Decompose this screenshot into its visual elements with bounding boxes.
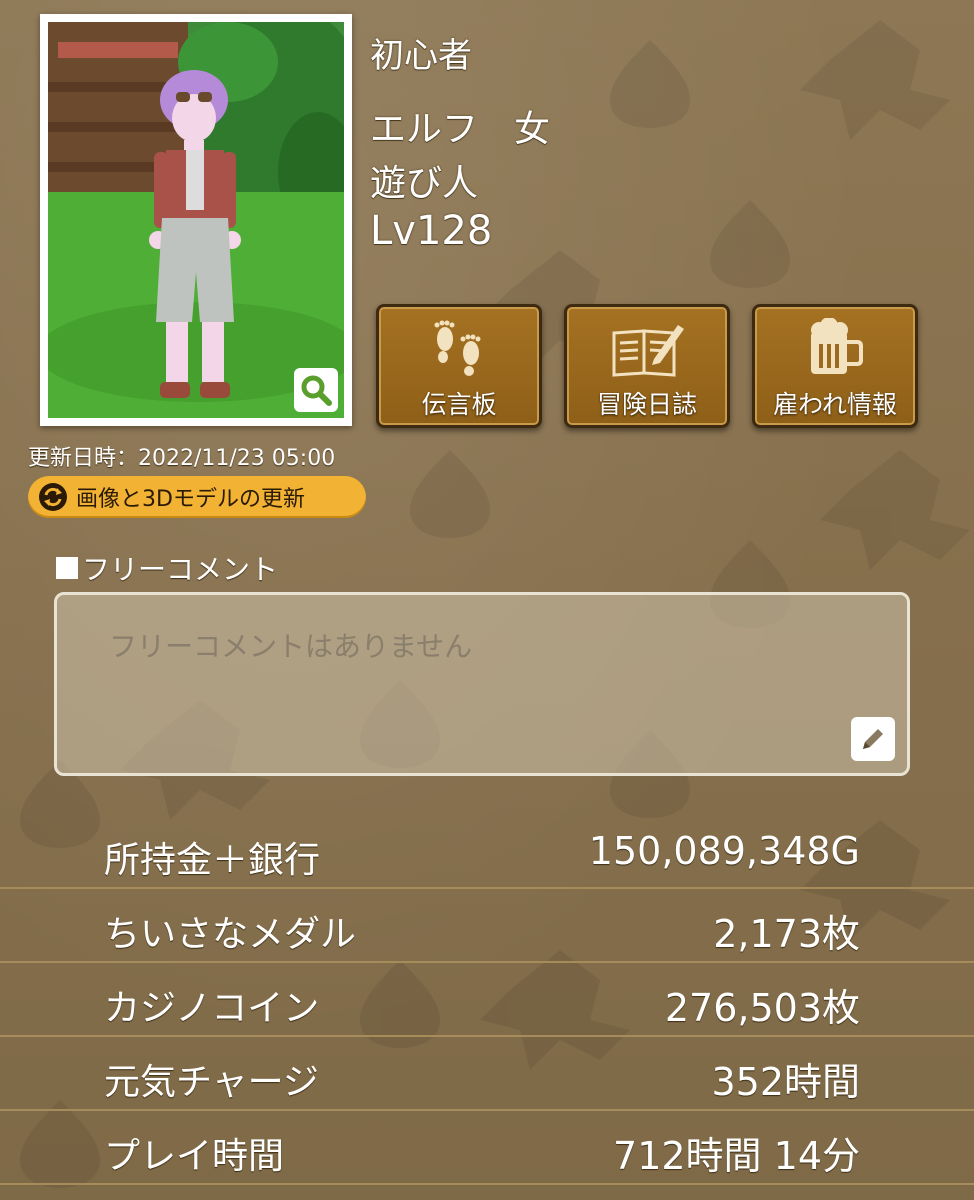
- stat-label: カジノコイン: [104, 988, 320, 1029]
- stat-value: 150,089,348G: [588, 829, 860, 873]
- stat-row-small-medals: ちいさなメダル 2,173枚: [0, 889, 974, 963]
- refresh-image-label: 画像と3Dモデルの更新: [76, 487, 305, 512]
- hired-info-button[interactable]: 雇われ情報: [752, 304, 918, 428]
- hired-info-label: 雇われ情報: [773, 390, 897, 419]
- stat-value: 352時間: [711, 1060, 860, 1104]
- edit-comment-button[interactable]: [851, 717, 895, 761]
- character-level: Lv128: [370, 208, 493, 254]
- message-board-button[interactable]: 伝言板: [376, 304, 542, 428]
- character-title: 初心者: [370, 36, 472, 76]
- free-comment-heading: フリーコメント: [56, 548, 278, 588]
- beer-mug-icon: [811, 318, 863, 374]
- stat-row-energy-charge: 元気チャージ 352時間: [0, 1037, 974, 1111]
- stat-label: 元気チャージ: [104, 1062, 319, 1103]
- magnifier-icon: [301, 375, 332, 406]
- free-comment-box: フリーコメントはありません: [54, 592, 910, 776]
- journal-icon: [612, 325, 684, 377]
- adventure-log-label: 冒険日誌: [596, 390, 697, 419]
- refresh-icon: [39, 483, 67, 511]
- pencil-icon: [863, 729, 883, 749]
- free-comment-heading-text: フリーコメント: [82, 553, 279, 586]
- free-comment-text: フリーコメントはありません: [109, 630, 473, 663]
- message-board-label: 伝言板: [421, 390, 497, 419]
- character-image: [48, 22, 344, 418]
- footprints-icon: [434, 320, 481, 376]
- stat-value: 2,173枚: [713, 912, 860, 956]
- square-bullet-icon: [56, 557, 78, 579]
- stats-list: 所持金＋銀行 150,089,348G ちいさなメダル 2,173枚 カジノコイ…: [0, 815, 974, 1185]
- character-race-sex: エルフ 女: [370, 109, 551, 150]
- character-job: 遊び人: [370, 163, 479, 204]
- character-portrait[interactable]: [40, 14, 352, 426]
- stat-label: ちいさなメダル: [104, 914, 357, 955]
- stat-value: 712時間 14分: [613, 1134, 860, 1178]
- refresh-image-button[interactable]: 画像と3Dモデルの更新: [28, 476, 366, 518]
- portrait-scene: [48, 22, 344, 418]
- adventure-log-button[interactable]: 冒険日誌: [564, 304, 730, 428]
- stat-row-play-time: プレイ時間 712時間 14分: [0, 1111, 974, 1185]
- stat-label: 所持金＋銀行: [104, 840, 321, 881]
- zoom-button[interactable]: [294, 368, 338, 412]
- stat-label: プレイ時間: [104, 1136, 285, 1177]
- stat-row-gold: 所持金＋銀行 150,089,348G: [0, 815, 974, 889]
- updated-datetime: 更新日時：2022/11/23 05:00: [28, 446, 336, 471]
- stat-row-casino-coins: カジノコイン 276,503枚: [0, 963, 974, 1037]
- stat-value: 276,503枚: [664, 986, 860, 1030]
